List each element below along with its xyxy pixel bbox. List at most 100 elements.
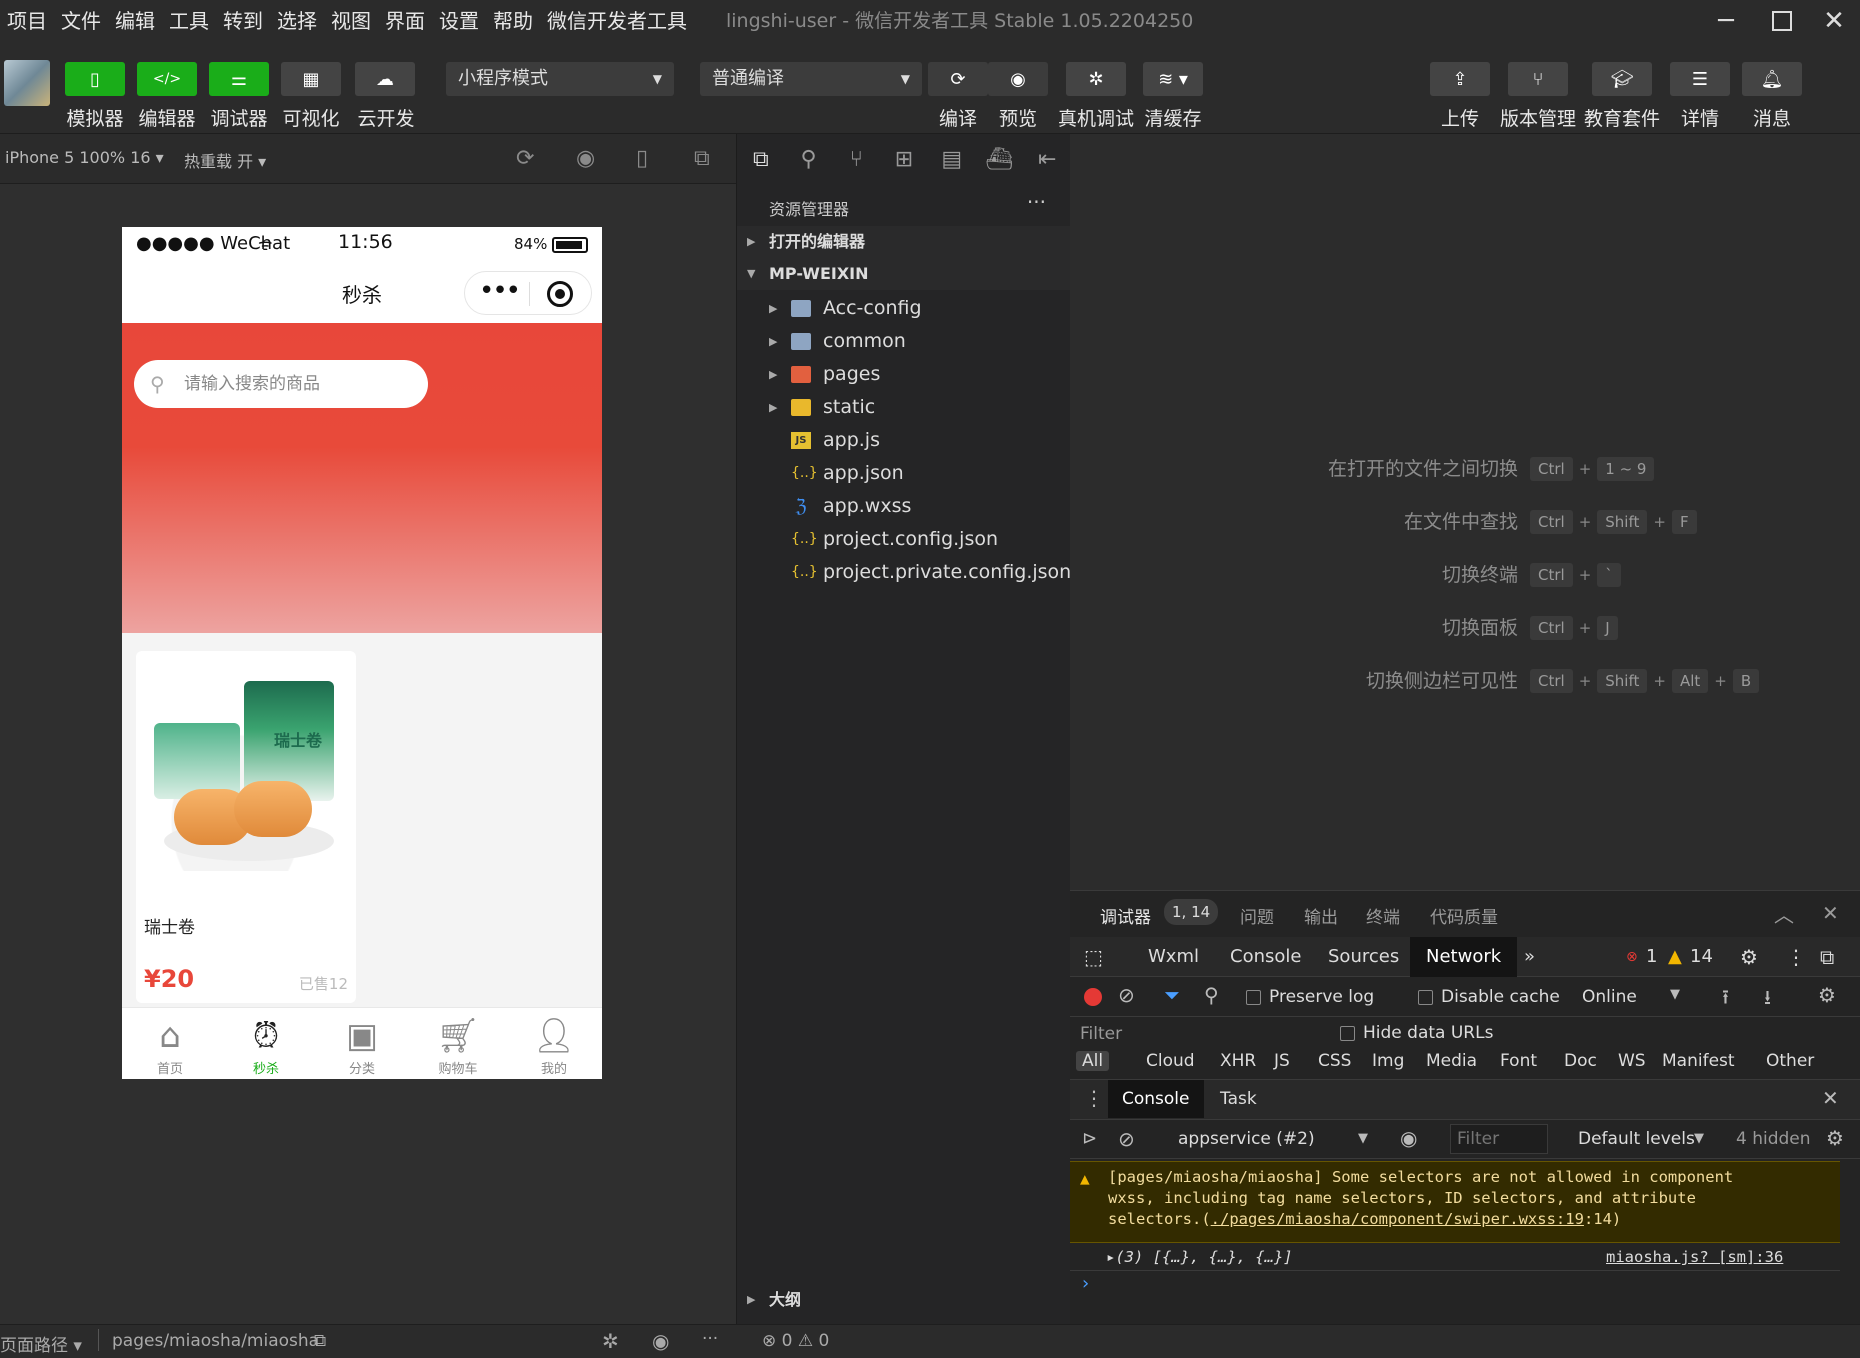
menu-item[interactable]: 微信开发者工具 xyxy=(540,0,694,42)
menu-item[interactable]: 视图 xyxy=(324,0,378,42)
close-mini-program-icon[interactable] xyxy=(547,281,573,307)
menu-item[interactable]: 设置 xyxy=(432,0,486,42)
details-button[interactable]: ☰ xyxy=(1670,62,1730,96)
tab-terminal[interactable]: 终端 xyxy=(1366,903,1400,928)
more-icon[interactable]: ··· xyxy=(702,1329,718,1349)
close-icon[interactable]: ✕ xyxy=(1814,4,1854,38)
more-tabs-icon[interactable]: » xyxy=(1524,937,1535,977)
type-filter-cloud[interactable]: Cloud xyxy=(1146,1051,1195,1071)
hot-reload-toggle[interactable]: 热重载 开 ▾ xyxy=(184,148,266,172)
menu-item[interactable]: 选择 xyxy=(270,0,324,42)
type-filter-img[interactable]: Img xyxy=(1372,1051,1404,1071)
clear-icon[interactable]: ⊘ xyxy=(1118,1127,1135,1151)
eye-icon[interactable]: ◉ xyxy=(652,1329,669,1353)
throttle-select[interactable]: Online xyxy=(1582,987,1637,1007)
type-filter-other[interactable]: Other xyxy=(1766,1051,1814,1071)
avatar[interactable] xyxy=(4,60,50,106)
tree-item-pages[interactable]: ▶ pages xyxy=(737,358,1071,391)
log-source-link[interactable]: miaosha.js? [sm]:36 xyxy=(1606,1243,1783,1271)
open-editors-section[interactable]: ▶ 打开的编辑器 xyxy=(737,226,1071,258)
copy-icon[interactable]: ⧉ xyxy=(314,1331,326,1351)
more-icon[interactable]: ··· xyxy=(1027,190,1046,214)
context-select[interactable]: appservice (#2) xyxy=(1178,1129,1315,1149)
device-select[interactable]: iPhone 5 100% 16 ▾ xyxy=(5,148,164,167)
close-icon[interactable]: ✕ xyxy=(1822,1086,1839,1110)
education-button[interactable]: 🎓︎ xyxy=(1592,62,1652,96)
tree-item-app-js[interactable]: JS app.js xyxy=(737,424,1071,457)
problems-count[interactable]: ⊗ 0 ⚠ 0 xyxy=(762,1331,829,1351)
menu-item[interactable]: 帮助 xyxy=(486,0,540,42)
compile-button[interactable]: ⟳ xyxy=(928,62,988,96)
source-link[interactable]: ./pages/miaosha/component/swiper.wxss:19 xyxy=(1211,1210,1584,1228)
popout-icon[interactable]: ⧉ xyxy=(694,146,710,171)
tab-network[interactable]: Network xyxy=(1410,937,1518,977)
close-icon[interactable]: ✕ xyxy=(1822,901,1839,925)
type-filter-js[interactable]: JS xyxy=(1274,1051,1290,1071)
dock-icon[interactable]: ⧉ xyxy=(1820,937,1834,977)
tab-seckill[interactable]: ⏰︎ 秒杀 xyxy=(218,1008,314,1079)
gear-icon[interactable]: ⚙ xyxy=(1740,937,1758,977)
chevron-up-icon[interactable]: ︿ xyxy=(1774,899,1794,928)
menu-item[interactable]: 转到 xyxy=(216,0,270,42)
tab-code-quality[interactable]: 代码质量 xyxy=(1430,903,1498,928)
messages-button[interactable]: 🔔︎ xyxy=(1742,62,1802,96)
rotate-icon[interactable]: ⟳ xyxy=(516,146,534,171)
tab-category[interactable]: ▣ 分类 xyxy=(314,1008,410,1079)
extensions-icon[interactable]: ⊞ xyxy=(880,147,928,172)
console-prompt[interactable]: › xyxy=(1082,1273,1089,1294)
visual-button[interactable]: ▦ xyxy=(281,62,341,96)
docker-icon[interactable]: ⛴ xyxy=(976,147,1024,172)
cloud-button[interactable]: ☁ xyxy=(355,62,415,96)
tree-item-acc-config[interactable]: ▶ Acc-config xyxy=(737,292,1071,325)
menu-item[interactable]: 项目 xyxy=(0,0,54,42)
tab-sources[interactable]: Sources xyxy=(1328,937,1399,977)
type-filter-font[interactable]: Font xyxy=(1500,1051,1537,1071)
tree-item-common[interactable]: ▶ common xyxy=(737,325,1071,358)
collapse-icon[interactable]: ⇤ xyxy=(1023,147,1071,172)
git-icon[interactable]: ⑂ xyxy=(832,147,880,172)
storage-icon[interactable]: ▤ xyxy=(928,147,976,172)
sidebar-toggle-icon[interactable]: ⊳ xyxy=(1082,1128,1097,1149)
tree-item-project-config[interactable]: {..} project.config.json xyxy=(737,523,1071,556)
tree-item-app-json[interactable]: {..} app.json xyxy=(737,457,1071,490)
type-filter-doc[interactable]: Doc xyxy=(1564,1051,1597,1071)
inspect-icon[interactable]: ⬚ xyxy=(1084,937,1103,977)
type-filter-all[interactable]: All xyxy=(1076,1051,1110,1071)
log-value[interactable]: ▸(3) [{…}, {…}, {…}] xyxy=(1106,1243,1293,1271)
editor-button[interactable]: </> xyxy=(137,62,197,96)
type-filter-ws[interactable]: WS xyxy=(1618,1051,1646,1071)
menu-item[interactable]: 编辑 xyxy=(108,0,162,42)
type-filter-xhr[interactable]: XHR xyxy=(1220,1051,1256,1071)
gear-icon[interactable]: ⚙ xyxy=(1818,983,1836,1007)
type-filter-css[interactable]: CSS xyxy=(1318,1051,1351,1071)
download-icon[interactable]: ⭳ xyxy=(1764,983,1771,1017)
product-card[interactable]: 瑞士卷 瑞士卷 ¥20 已售12 xyxy=(136,651,356,1003)
console-filter-input[interactable] xyxy=(1450,1124,1548,1154)
type-filter-manifest[interactable]: Manifest xyxy=(1662,1051,1735,1071)
maximize-icon[interactable] xyxy=(1762,4,1802,38)
debugger-button[interactable]: ⚌ xyxy=(209,62,269,96)
compile-select[interactable]: 普通编译 ▼ xyxy=(700,62,922,96)
tab-wxml[interactable]: Wxml xyxy=(1148,937,1199,977)
search-icon[interactable]: ⚲ xyxy=(1204,983,1219,1007)
kebab-icon[interactable]: ⋮ xyxy=(1084,1086,1104,1110)
version-button[interactable]: ⑂ xyxy=(1508,62,1568,96)
tab-home[interactable]: ⌂ 首页 xyxy=(122,1008,218,1079)
menu-item[interactable]: 界面 xyxy=(378,0,432,42)
remote-debug-button[interactable]: ✲ xyxy=(1066,62,1126,96)
preview-button[interactable]: ◉ xyxy=(988,62,1048,96)
minimize-icon[interactable]: ─ xyxy=(1706,4,1746,38)
stop-icon[interactable]: ◉ xyxy=(576,146,595,171)
drawer-tab-console[interactable]: Console xyxy=(1108,1080,1204,1118)
page-path-select[interactable]: 页面路径 ▾ xyxy=(0,1331,82,1356)
menu-item[interactable]: 文件 xyxy=(54,0,108,42)
tree-item-project-private-config[interactable]: {..} project.private.config.json xyxy=(737,556,1071,589)
disable-cache-checkbox[interactable]: Disable cache xyxy=(1418,987,1560,1007)
hide-data-urls-checkbox[interactable]: Hide data URLs xyxy=(1340,1023,1493,1043)
tree-item-app-wxss[interactable]: ℨapp.wxss xyxy=(737,490,1071,523)
search-icon[interactable]: ⚲ xyxy=(785,147,833,172)
clear-icon[interactable]: ⊘ xyxy=(1118,983,1135,1007)
bug-icon[interactable]: ✲ xyxy=(602,1329,619,1353)
filter-icon[interactable]: ⏷ xyxy=(1164,983,1180,1007)
upload-icon[interactable]: ⭱ xyxy=(1722,983,1729,1017)
